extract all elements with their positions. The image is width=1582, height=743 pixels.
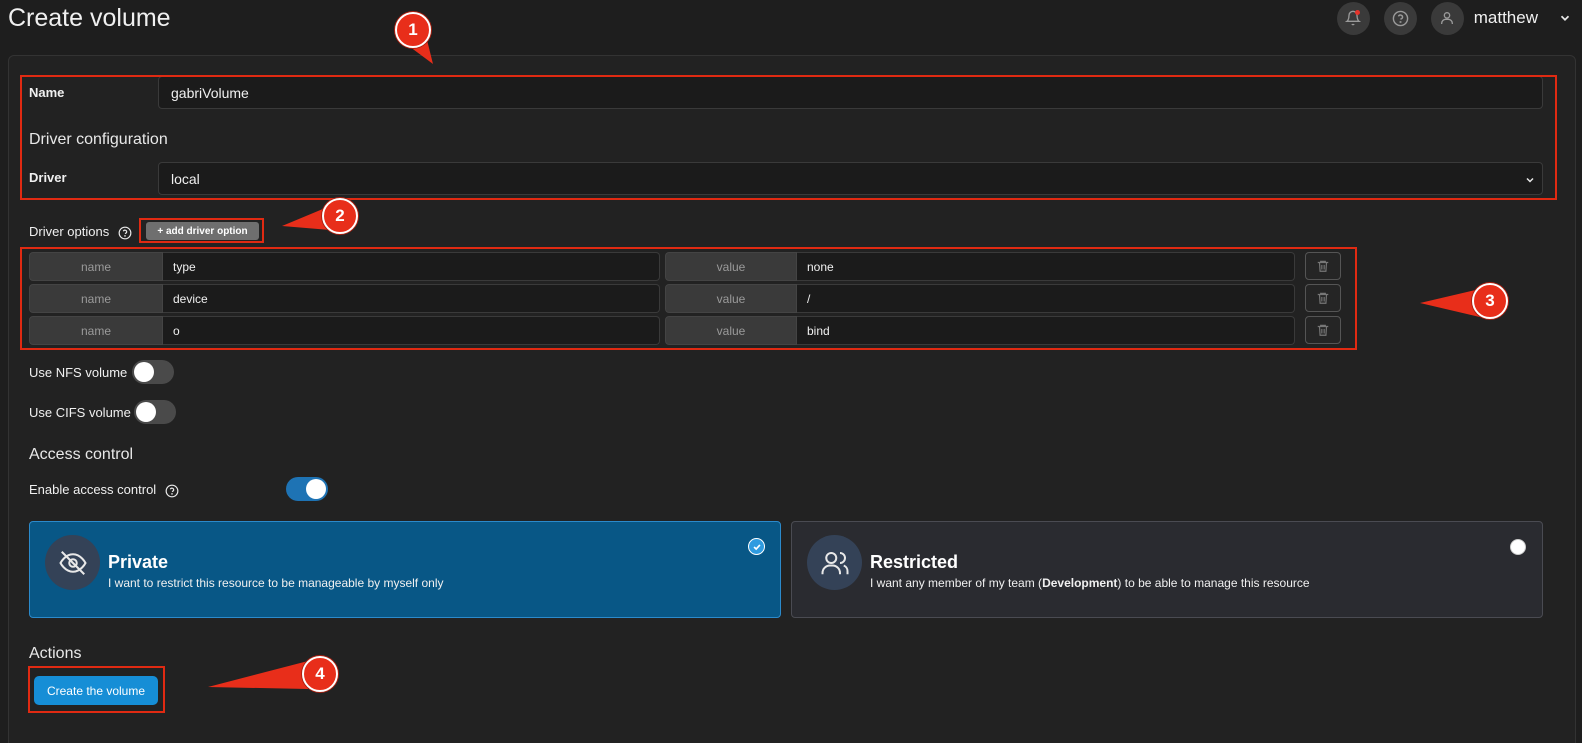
private-title: Private (108, 552, 169, 572)
private-description: I want to restrict this resource to be m… (108, 576, 444, 590)
restricted-option-card[interactable]: Restricted I want any member of my team … (791, 521, 1543, 618)
driver-config-title: Driver configuration (29, 131, 168, 148)
callout-badge-2: 2 (322, 198, 358, 234)
restricted-desc-post: ) to be able to manage this resource (1117, 576, 1310, 590)
user-avatar[interactable] (1430, 1, 1464, 35)
option-name-input[interactable]: device (163, 284, 660, 313)
trash-icon (1317, 292, 1329, 304)
name-input[interactable]: gabriVolume (158, 76, 1543, 109)
private-option-card[interactable]: Private I want to restrict this resource… (29, 521, 781, 618)
chevron-down-icon (1526, 177, 1534, 183)
toggle-knob (134, 362, 154, 382)
user-icon (1441, 12, 1454, 24)
help-icon[interactable] (165, 484, 179, 498)
notification-dot (1354, 9, 1360, 15)
remove-option-button[interactable] (1305, 316, 1341, 344)
driver-options-label: Driver options (29, 224, 132, 240)
driver-option-row: name type value none (29, 252, 1341, 281)
nfs-label: Use NFS volume (29, 365, 128, 380)
driver-options-text: Driver options (29, 224, 110, 239)
enable-access-label: Enable access control (29, 482, 179, 498)
callout-badge-3: 3 (1472, 283, 1508, 319)
restricted-desc-pre: I want any member of my team ( (870, 576, 1043, 590)
option-name-addon: name (29, 316, 163, 345)
option-value-input[interactable]: bind (797, 316, 1295, 345)
option-value-addon: value (665, 284, 797, 313)
restricted-radio[interactable] (1510, 539, 1526, 555)
cifs-label: Use CIFS volume (29, 405, 131, 420)
username[interactable]: matthew (1474, 8, 1538, 28)
enable-access-text: Enable access control (29, 482, 157, 497)
form-card (8, 55, 1576, 743)
option-value-addon: value (665, 252, 797, 281)
notifications-button[interactable] (1336, 1, 1370, 35)
chevron-down-icon[interactable] (1558, 11, 1572, 25)
add-driver-option-button[interactable]: + add driver option (146, 222, 259, 240)
option-value-addon: value (665, 316, 797, 345)
toggle-knob (136, 402, 156, 422)
option-name-input[interactable]: o (163, 316, 660, 345)
nfs-toggle[interactable] (132, 360, 174, 384)
driver-option-row: name device value / (29, 284, 1341, 313)
toggle-knob (306, 479, 326, 499)
topbar: matthew (1336, 1, 1572, 35)
trash-icon (1317, 260, 1329, 272)
callout-badge-4: 4 (302, 656, 338, 692)
name-label: Name (29, 85, 65, 100)
driver-select-value: local (171, 170, 200, 187)
trash-icon (1317, 324, 1329, 336)
check-icon (748, 538, 765, 555)
cifs-toggle[interactable] (134, 400, 176, 424)
option-name-addon: name (29, 284, 163, 313)
actions-title: Actions (29, 645, 82, 662)
eye-off-icon (45, 535, 100, 590)
remove-option-button[interactable] (1305, 252, 1341, 280)
remove-option-button[interactable] (1305, 284, 1341, 312)
create-volume-button[interactable]: Create the volume (34, 676, 158, 705)
driver-label: Driver (29, 170, 67, 185)
users-icon (807, 535, 862, 590)
driver-option-row: name o value bind (29, 316, 1341, 345)
restricted-description: I want any member of my team (Developmen… (870, 576, 1310, 590)
team-name: Development (1042, 576, 1118, 590)
driver-select[interactable]: local (158, 162, 1543, 195)
option-name-addon: name (29, 252, 163, 281)
option-value-input[interactable]: none (797, 252, 1295, 281)
help-circle-icon (1392, 10, 1409, 26)
access-control-title: Access control (29, 446, 134, 463)
callout-badge-1: 1 (395, 12, 431, 48)
help-button[interactable] (1383, 1, 1417, 35)
page-title: Create volume (8, 4, 171, 32)
access-control-toggle[interactable] (286, 477, 328, 501)
option-value-input[interactable]: / (797, 284, 1295, 313)
restricted-title: Restricted (870, 552, 959, 572)
option-name-input[interactable]: type (163, 252, 660, 281)
help-icon[interactable] (118, 226, 132, 240)
